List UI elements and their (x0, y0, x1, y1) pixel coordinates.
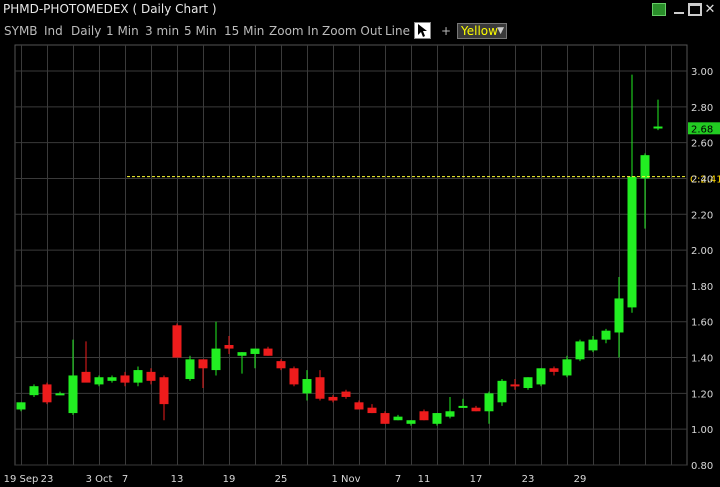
overlays: C:2.412.68 (127, 122, 720, 186)
date-tick-label: 19 Sep (4, 474, 39, 485)
candle-body (406, 420, 416, 424)
price-tick-label: 3.00 (691, 67, 713, 78)
candle-body (653, 126, 663, 129)
date-tick-label: 23 (522, 474, 535, 485)
date-tick-label: 29 (574, 474, 587, 485)
candle-body (237, 352, 247, 356)
candle-body (263, 348, 273, 356)
candle-body (211, 348, 221, 371)
candle-body (250, 348, 260, 354)
candle-body (328, 396, 338, 401)
candle-body (341, 391, 351, 397)
candle-body (640, 155, 650, 179)
candle-body (458, 405, 468, 408)
candle-body (42, 384, 52, 403)
price-tick-label: 1.20 (691, 389, 713, 400)
candle-body (81, 371, 91, 383)
candle-body (276, 361, 286, 369)
candle-body (484, 393, 494, 412)
candle-body (146, 371, 156, 381)
date-tick-label: 19 (223, 474, 236, 485)
candle-body (29, 386, 39, 396)
plot-frame (14, 44, 688, 466)
candle-body (432, 413, 442, 424)
candle-body (224, 345, 234, 349)
candle-body (120, 375, 130, 383)
date-tick-label: 7 (395, 474, 401, 485)
candle-body (354, 402, 364, 410)
price-tick-label: 1.00 (691, 425, 713, 436)
candle-body (588, 339, 598, 351)
price-tick-label: 2.60 (691, 139, 713, 150)
candle-body (380, 413, 390, 424)
price-tick-label: 0.80 (691, 461, 713, 472)
candle-body (471, 407, 481, 412)
date-tick-label: 3 Oct (86, 474, 113, 485)
candle-body (536, 368, 546, 385)
candle-body (107, 377, 117, 381)
date-tick-label: 25 (275, 474, 288, 485)
candle-body (549, 368, 559, 372)
candle-body (55, 393, 65, 396)
candle-body (627, 176, 637, 308)
candle-body (614, 298, 624, 333)
candle-body (510, 384, 520, 387)
candle-body (198, 359, 208, 369)
price-tick-label: 1.60 (691, 318, 713, 329)
chart-grid (14, 44, 688, 466)
candle-body (172, 325, 182, 358)
candle-body (315, 377, 325, 399)
date-tick-label: 13 (171, 474, 184, 485)
date-tick-label: 7 (122, 474, 128, 485)
candle-body (133, 370, 143, 383)
candle-body (68, 375, 78, 414)
candle-body (497, 380, 507, 403)
candle-body (185, 359, 195, 380)
price-tick-label: 2.00 (691, 246, 713, 257)
price-tick-label: 1.40 (691, 354, 713, 365)
price-tick-label: 2.40 (691, 174, 713, 185)
candle-body (575, 341, 585, 360)
candle-body (562, 359, 572, 376)
candle-body (523, 377, 533, 388)
candle-body (601, 330, 611, 340)
price-tick-label: 1.80 (691, 282, 713, 293)
candle-body (445, 411, 455, 417)
price-tick-label: 2.80 (691, 103, 713, 114)
last-price-label: 2.68 (691, 124, 713, 135)
date-tick-label: 11 (418, 474, 431, 485)
candle-body (94, 377, 104, 385)
date-tick-label: 1 Nov (331, 474, 360, 485)
price-chart: C:2.412.68 0.80 1.00 1.20 1.40 1.60 1.80 2.00 2… (4, 44, 720, 485)
candle-body (302, 379, 312, 394)
date-tick-label: 23 (41, 474, 54, 485)
date-axis: 19 Sep 23 3 Oct 7 13 19 25 1 Nov 7 11 17 23 29 (4, 474, 587, 485)
candle-body (159, 377, 169, 405)
price-tick-label: 2.20 (691, 210, 713, 221)
candle-body (367, 407, 377, 414)
candle-body (289, 368, 299, 385)
date-tick-label: 17 (470, 474, 483, 485)
candle-body (393, 416, 403, 421)
candle-body (16, 402, 26, 410)
candle-body (419, 411, 429, 421)
